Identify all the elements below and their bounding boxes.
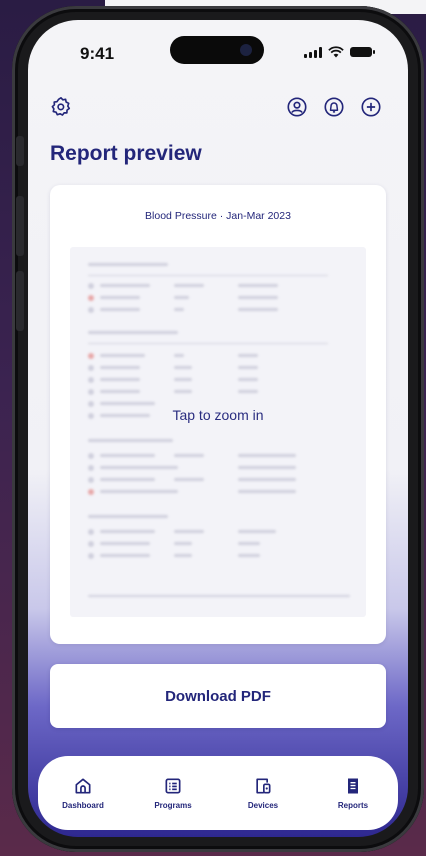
volume-down-button xyxy=(16,271,24,331)
add-button[interactable] xyxy=(358,94,384,120)
tab-label: Reports xyxy=(337,801,369,810)
status-bar: 9:41 xyxy=(28,20,408,80)
tab-label: Devices xyxy=(247,801,279,810)
devices-icon xyxy=(256,778,271,794)
top-app-bar xyxy=(28,90,408,126)
plus-circle-icon xyxy=(361,97,381,117)
battery-icon xyxy=(350,47,375,57)
tap-to-zoom-hint: Tap to zoom in xyxy=(172,407,264,423)
download-pdf-button[interactable]: Download PDF xyxy=(50,664,386,728)
bell-icon xyxy=(324,97,344,117)
report-document-preview[interactable]: Tap to zoom in xyxy=(70,247,366,617)
settings-button[interactable] xyxy=(48,94,74,120)
tab-label: Dashboard xyxy=(62,801,104,810)
tab-devices[interactable]: Devices xyxy=(223,776,303,810)
mute-switch xyxy=(16,136,24,166)
report-heading: Blood Pressure · Jan-Mar 2023 xyxy=(145,210,291,222)
list-icon xyxy=(165,778,181,794)
notifications-button[interactable] xyxy=(321,94,347,120)
tab-label: Programs xyxy=(154,801,192,810)
wifi-icon xyxy=(328,46,344,58)
tab-programs[interactable]: Programs xyxy=(133,776,213,810)
status-time: 9:41 xyxy=(80,44,115,63)
camera-icon xyxy=(240,44,252,56)
gear-icon xyxy=(51,97,71,116)
tab-dashboard[interactable]: Dashboard xyxy=(43,776,123,810)
home-icon xyxy=(75,778,91,794)
dynamic-island xyxy=(170,36,264,64)
status-icons xyxy=(304,46,375,58)
report-preview-card[interactable]: Blood Pressure · Jan-Mar 2023 Tap to zoo… xyxy=(50,185,386,644)
app-screen: 9:41 Report preview Blood Pressure · Jan… xyxy=(28,20,408,837)
user-circle-icon xyxy=(287,97,307,117)
tab-reports[interactable]: Reports xyxy=(313,776,393,810)
blurred-document-content xyxy=(70,247,366,617)
profile-button[interactable] xyxy=(284,94,310,120)
signal-icon xyxy=(304,46,322,58)
bottom-tab-bar: Dashboard Programs Devices Reports xyxy=(38,756,398,830)
volume-up-button xyxy=(16,196,24,256)
document-icon xyxy=(348,778,358,794)
page-title: Report preview xyxy=(50,142,202,165)
